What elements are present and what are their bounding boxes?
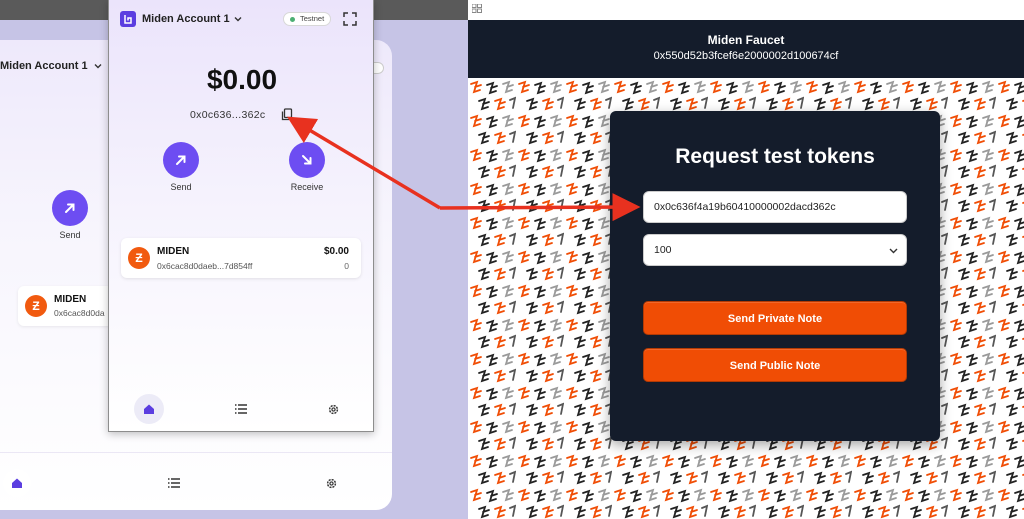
asset-row[interactable]: Ƶ MIDEN 0x6cac8d0daeb...7d854ff $0.00 0 <box>121 238 361 278</box>
miden-wallet-logo-icon <box>120 11 136 27</box>
bg-asset-address: 0x6cac8d0da <box>54 308 105 318</box>
receive-label: Receive <box>290 182 324 192</box>
list-icon <box>235 404 247 414</box>
nav-home[interactable] <box>134 394 164 424</box>
home-icon <box>12 478 22 488</box>
miden-logo-icon: Ƶ <box>25 295 47 317</box>
nav-list[interactable] <box>226 394 256 424</box>
asset-value: $0.00 <box>323 246 349 257</box>
send-private-note-button[interactable]: Send Private Note <box>643 301 907 335</box>
bg-account-selector[interactable]: Miden Account 1 <box>0 60 102 72</box>
wallet-popup: Miden Account 1 Testnet $0.00 0x0c636...… <box>108 0 374 432</box>
grid-icon <box>471 0 482 13</box>
bg-asset-name: MIDEN <box>54 294 87 305</box>
network-badge: Testnet <box>283 12 332 26</box>
bg-send-label: Send <box>59 230 81 240</box>
amount-select[interactable]: 100 <box>643 234 907 266</box>
arrow-up-right-icon <box>176 155 186 165</box>
bg-send-button[interactable] <box>52 190 88 226</box>
expand-icon[interactable] <box>343 12 357 26</box>
asset-amount: 0 <box>344 261 349 271</box>
chevron-down-icon <box>234 17 242 22</box>
asset-address: 0x6cac8d0daeb...7d854ff <box>157 261 253 271</box>
chevron-down-icon <box>94 60 102 72</box>
balance: $0.00 <box>206 64 278 95</box>
arrow-up-right-icon <box>65 203 75 213</box>
receive-button[interactable] <box>289 142 325 178</box>
settings-icon <box>326 478 336 488</box>
miden-logo-icon: Ƶ <box>128 247 150 269</box>
bg-nav-home[interactable] <box>3 469 31 497</box>
arrow-down-right-icon <box>302 155 312 165</box>
send-label: Send <box>170 182 192 192</box>
asset-name: MIDEN <box>157 246 190 257</box>
bg-bottom-nav <box>0 452 392 510</box>
bg-account-label: Miden Account 1 <box>0 60 88 72</box>
amount-selected-value: 100 <box>654 244 672 256</box>
request-tokens-card: Request test tokens 0x0c636f4a19b6041000… <box>610 111 940 441</box>
bg-nav-settings[interactable] <box>317 469 345 497</box>
faucet-page: Miden Faucet 0x550d52b3fcef6e2000002d100… <box>468 0 1024 519</box>
copy-icon[interactable] <box>281 108 293 121</box>
bg-nav-list[interactable] <box>160 469 188 497</box>
settings-icon <box>328 404 338 414</box>
card-title: Request test tokens <box>675 145 875 168</box>
nav-settings[interactable] <box>318 394 348 424</box>
send-button[interactable] <box>163 142 199 178</box>
account-selector[interactable]: Miden Account 1 <box>142 13 242 25</box>
send-public-note-button[interactable]: Send Public Note <box>643 348 907 382</box>
chevron-down-icon <box>889 248 898 254</box>
list-icon <box>168 478 180 488</box>
faucet-title: Miden Faucet <box>707 33 785 47</box>
account-label: Miden Account 1 <box>142 13 230 25</box>
recipient-address-input[interactable]: 0x0c636f4a19b60410000002dacd362c <box>643 191 907 223</box>
popup-header: Miden Account 1 Testnet <box>109 0 375 38</box>
faucet-address: 0x550d52b3fcef6e2000002d100674cf <box>653 50 839 62</box>
bottom-nav <box>109 388 375 432</box>
home-icon <box>144 404 154 414</box>
bg-asset-row[interactable]: Ƶ MIDEN 0x6cac8d0da <box>18 286 118 326</box>
faucet-header: Miden Faucet 0x550d52b3fcef6e2000002d100… <box>468 20 1024 78</box>
account-address: 0x0c636...362c <box>190 109 266 121</box>
